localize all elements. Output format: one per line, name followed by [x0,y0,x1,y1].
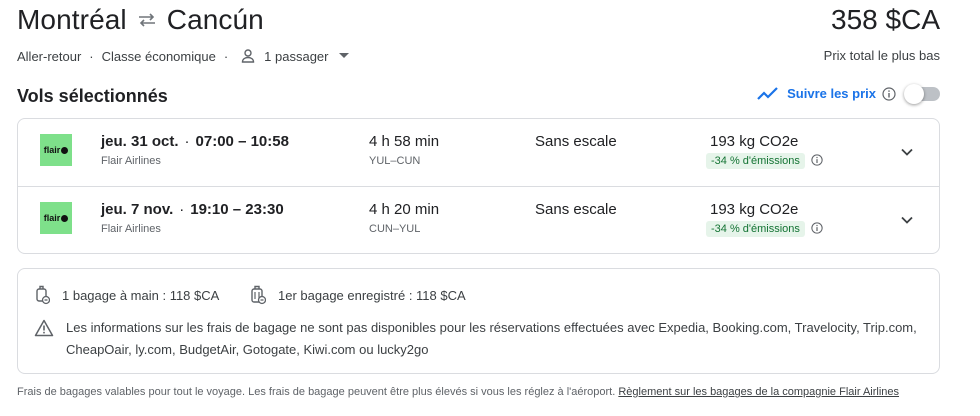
flight-date: jeu. 7 nov. [101,201,174,218]
cabin-class: Classe économique [101,48,216,64]
caret-down-icon[interactable] [338,53,349,59]
info-icon[interactable] [811,154,823,166]
flight-date: jeu. 31 oct. [101,133,179,150]
trip-header: Montréal Cancún 358 $CA Aller-retour · C… [17,4,940,74]
flight-co2: 193 kg CO2e [710,133,799,150]
section-title: Vols sélectionnés [17,86,168,106]
emissions-badge: -34 % d'émissions [706,221,805,237]
carry-on-fee: 1 bagage à main : 118 $CA [62,287,220,303]
flight-co2: 193 kg CO2e [710,201,799,218]
flight-time-range: 19:10 – 23:30 [190,201,284,218]
baggage-footer: Frais de bagages valables pour tout le v… [17,386,899,398]
separator-dot: · [223,48,229,64]
footer-text: Frais de bagages valables pour tout le v… [17,386,616,398]
total-price: 358 $CA [831,4,940,35]
track-prices[interactable]: Suivre les prix [757,83,940,104]
flight-stops: Sans escale [535,133,617,150]
flight-row[interactable]: flair jeu. 7 nov. · 19:10 – 23:30 Flair Ai… [18,186,939,254]
trend-chart-icon [757,86,779,101]
flight-airports: CUN–YUL [369,223,421,235]
emissions-badge: -34 % d'émissions [706,153,805,169]
airline-logo: flair [40,134,72,166]
carry-on-bag-icon [34,285,50,305]
airline-name: Flair Airlines [101,155,161,167]
baggage-info-card: 1 bagage à main : 118 $CA 1er bagage enr… [17,268,940,374]
trip-meta: Aller-retour · Classe économique · 1 pas… [17,48,349,64]
person-icon [240,48,256,64]
origin-city: Montréal [17,4,127,35]
selected-flights-card: flair jeu. 31 oct. · 07:00 – 10:58 Flair A… [17,118,940,254]
info-icon[interactable] [811,222,823,234]
toggle-knob [904,83,924,104]
baggage-policy-link[interactable]: Règlement sur les bagages de la compagni… [618,386,899,398]
flight-times: jeu. 31 oct. · 07:00 – 10:58 [101,133,289,150]
chevron-down-icon[interactable] [898,143,916,161]
flight-duration: 4 h 20 min [369,201,440,218]
flight-stops: Sans escale [535,201,617,218]
price-label: Prix total le plus bas [823,48,940,63]
checked-bag-icon [250,285,266,305]
flight-time-range: 07:00 – 10:58 [195,133,289,150]
carry-on-bag: 1 bagage à main : 118 $CA [34,285,219,305]
checked-bag-fee: 1er bagage enregistré : 118 $CA [278,287,466,303]
baggage-warning: Les informations sur les frais de bagage… [34,317,926,361]
airline-logo: flair [40,202,72,234]
trip-type: Aller-retour [17,48,82,64]
swap-arrows-icon [137,12,157,28]
airline-name: Flair Airlines [101,223,161,235]
baggage-warning-text: Les informations sur les frais de bagage… [66,320,917,357]
flight-duration: 4 h 58 min [369,133,440,150]
route-title: Montréal Cancún [17,4,264,36]
track-prices-label[interactable]: Suivre les prix [787,86,876,101]
flight-times: jeu. 7 nov. · 19:10 – 23:30 [101,201,284,218]
passenger-count[interactable]: 1 passager [264,49,328,64]
flight-airports: YUL–CUN [369,155,421,167]
checked-bag: 1er bagage enregistré : 118 $CA [250,285,466,305]
info-icon[interactable] [882,86,896,101]
flight-row[interactable]: flair jeu. 31 oct. · 07:00 – 10:58 Flair A… [18,119,939,187]
track-prices-toggle[interactable] [904,83,940,104]
destination-city: Cancún [166,4,264,35]
chevron-down-icon[interactable] [898,211,916,229]
separator-dot: · [89,48,94,64]
warning-icon [34,319,54,361]
